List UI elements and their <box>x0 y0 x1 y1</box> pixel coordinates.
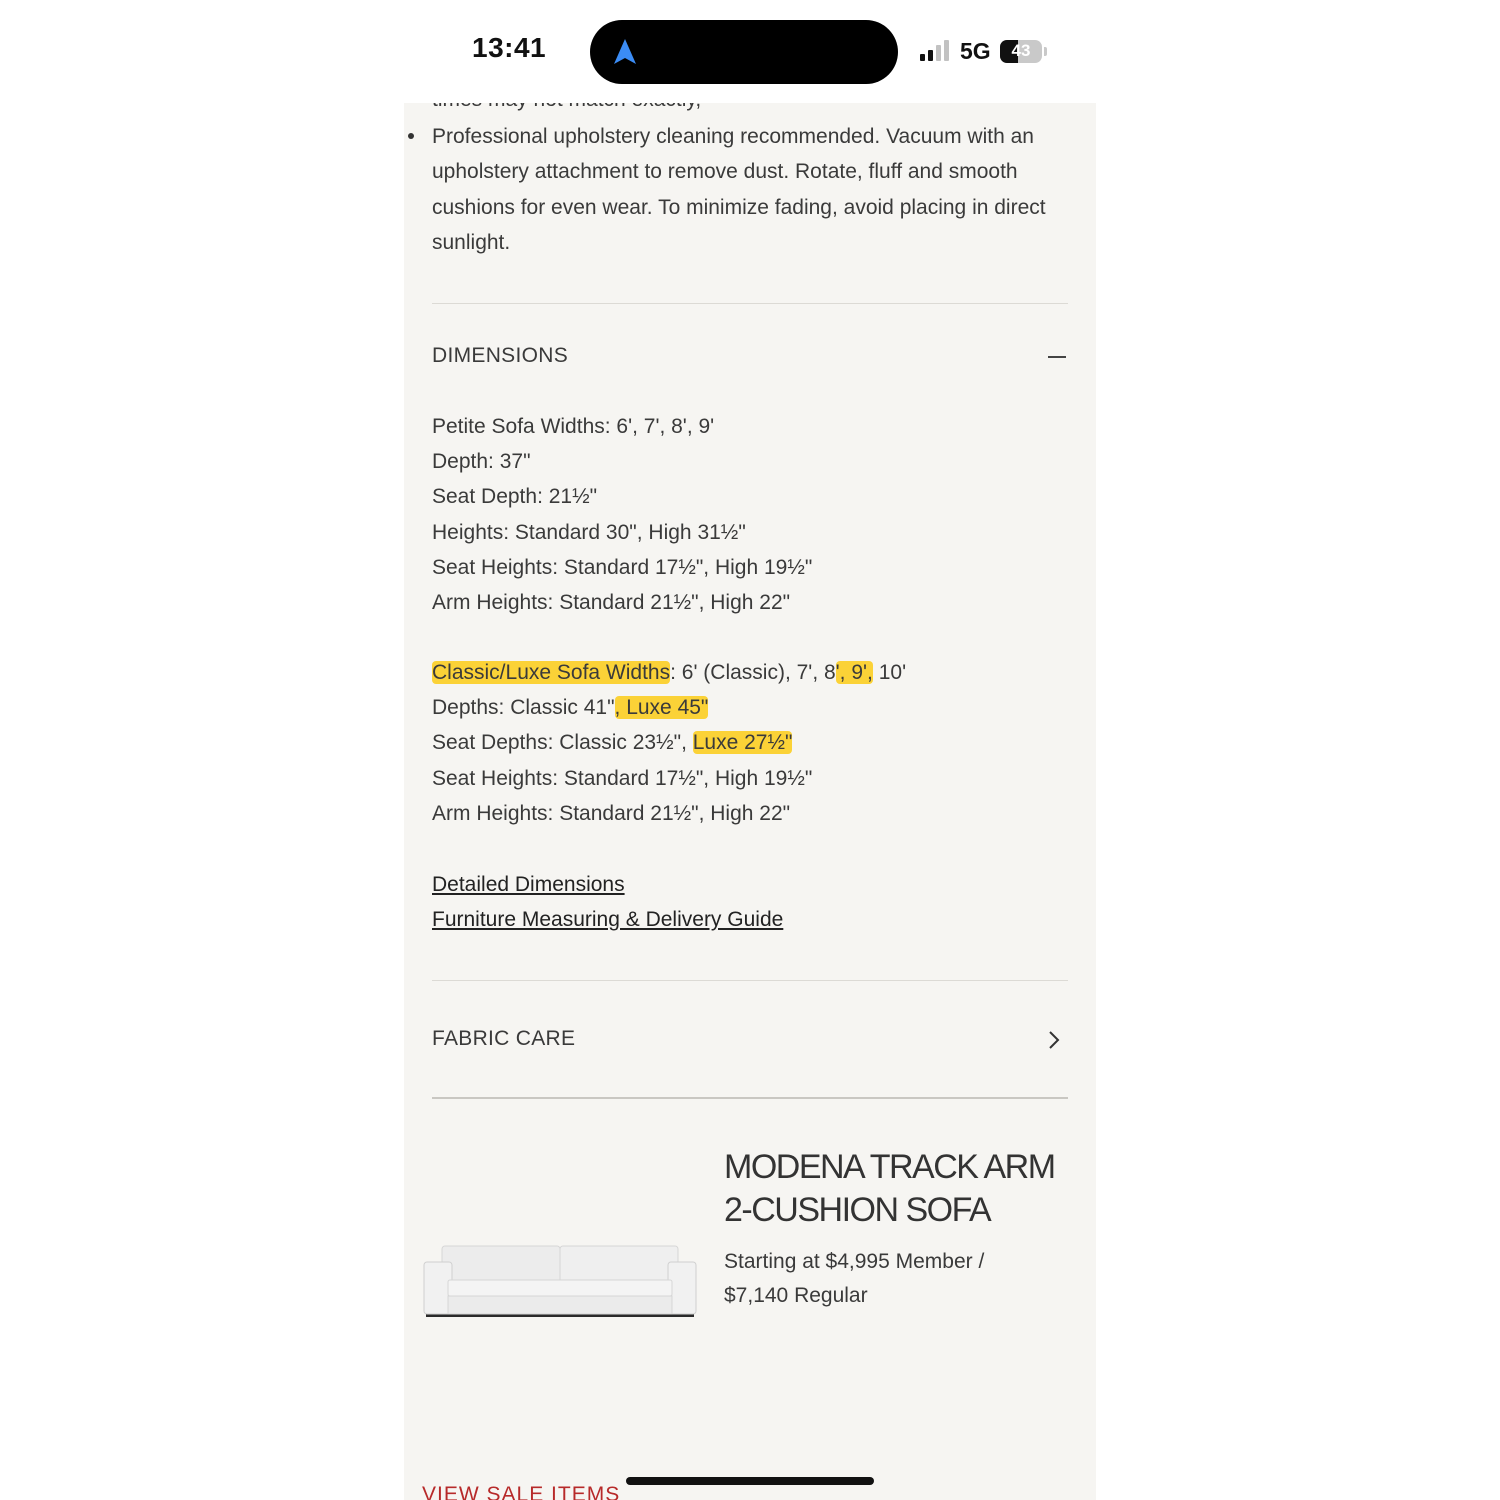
classic-dimensions: Classic/Luxe Sofa Widths: 6' (Classic), … <box>432 655 906 831</box>
dynamic-island[interactable] <box>590 20 898 84</box>
dimensions-title[interactable]: DIMENSIONS <box>432 344 568 368</box>
highlight: Classic/Luxe Sofa Widths <box>432 661 671 684</box>
dimension-line: Depth: 37" <box>432 450 531 474</box>
home-indicator[interactable] <box>626 1477 874 1485</box>
care-instructions: Professional upholstery cleaning recomme… <box>432 125 1046 254</box>
status-bar: 13:41 5G 43 <box>404 0 1096 103</box>
highlight: , Luxe 45" <box>614 696 709 720</box>
phone-screen: 13:41 5G 43 times may not match exactly,… <box>404 0 1096 1500</box>
divider <box>432 980 1068 981</box>
chevron-right-icon[interactable] <box>1044 1030 1064 1050</box>
dimension-line: Seat Depths: Classic 23½", Luxe 27½" <box>432 725 906 760</box>
status-time: 13:41 <box>472 32 547 63</box>
dimension-text: Seat Depths: Classic 23½", <box>432 731 693 755</box>
dimension-line: Depths: Classic 41", Luxe 45" <box>432 690 906 725</box>
view-sale-items-link[interactable]: VIEW SALE ITEMS <box>422 1483 620 1500</box>
detailed-dimensions-link[interactable]: Detailed Dimensions <box>432 867 783 902</box>
dimension-line: Seat Heights: Standard 17½", High 19½" <box>432 555 813 579</box>
location-arrow-icon <box>614 39 636 64</box>
minus-icon[interactable] <box>1048 356 1066 358</box>
signal-bars-icon <box>920 40 949 61</box>
battery-icon: 43 <box>1000 40 1042 63</box>
dimension-text: Depths: Classic 41" <box>432 696 615 720</box>
dimension-links: Detailed Dimensions Furniture Measuring … <box>432 867 783 937</box>
battery-tip <box>1044 47 1047 56</box>
dimension-text: : 6' (Classic), 7', 8 <box>670 661 836 684</box>
product-price: Starting at $4,995 Member / $7,140 Regul… <box>724 1250 985 1307</box>
dimension-line: Petite Sofa Widths: 6', 7', 8', 9' <box>432 415 715 438</box>
sofa-image[interactable] <box>422 1232 698 1322</box>
battery-percent: 43 <box>1011 41 1031 60</box>
bullet-dot <box>408 133 414 139</box>
dimension-text: 10' <box>872 661 907 684</box>
highlight: ', 9', <box>835 661 873 684</box>
divider <box>432 303 1068 304</box>
fabric-care-title[interactable]: FABRIC CARE <box>432 1027 575 1051</box>
dimension-line: Arm Heights: Standard 21½", High 22" <box>432 591 791 615</box>
dimension-line: Seat Heights: Standard 17½", High 19½" <box>432 766 813 790</box>
divider <box>432 1097 1068 1099</box>
product-name[interactable]: MODENA TRACK ARM 2-CUSHION SOFA <box>724 1146 1074 1232</box>
dimension-line: Arm Heights: Standard 21½", High 22" <box>432 801 791 825</box>
measuring-guide-link[interactable]: Furniture Measuring & Delivery Guide <box>432 902 783 937</box>
dimension-line: Classic/Luxe Sofa Widths: 6' (Classic), … <box>432 655 906 690</box>
highlight: Luxe 27½" <box>692 731 793 755</box>
network-label: 5G <box>960 38 991 64</box>
dimension-line: Heights: Standard 30", High 31½" <box>432 520 746 544</box>
dimension-line: Seat Depth: 21½" <box>432 485 598 509</box>
petite-dimensions: Petite Sofa Widths: 6', 7', 8', 9' Depth… <box>432 409 812 620</box>
